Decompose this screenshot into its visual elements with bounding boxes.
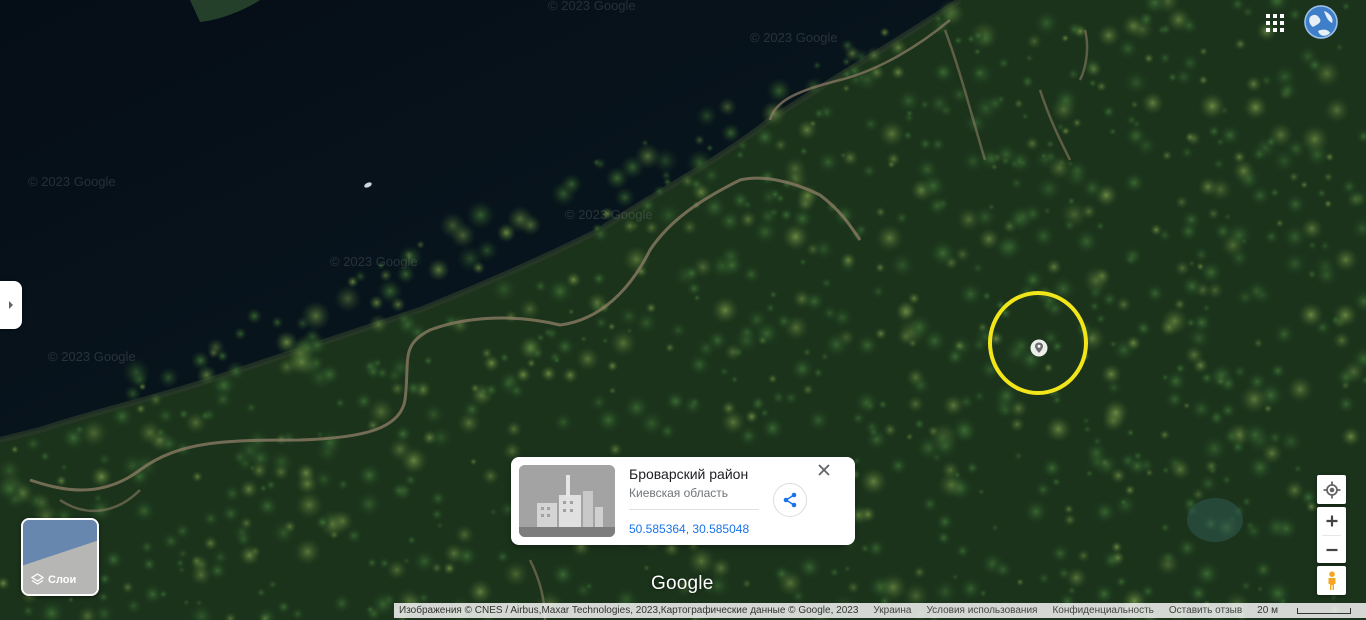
map-footer: Изображения © CNES / Airbus,Maxar Techno…	[394, 603, 1366, 618]
divider	[629, 509, 759, 510]
dropped-pin[interactable]	[1030, 339, 1048, 357]
scale-bar	[1296, 607, 1351, 614]
imagery-attribution: Изображения © CNES / Airbus,Maxar Techno…	[399, 605, 859, 616]
close-icon	[818, 464, 830, 476]
building-placeholder-icon	[519, 465, 615, 537]
pegman-icon	[1328, 570, 1335, 590]
scale-control[interactable]: 20 м	[1257, 605, 1366, 616]
location-pin-icon	[1030, 339, 1048, 357]
expand-side-panel-button[interactable]	[0, 281, 22, 329]
globe-avatar-icon	[1304, 5, 1338, 39]
layers-label: Слои	[48, 573, 77, 586]
minus-icon	[1326, 548, 1337, 551]
place-title: Броварский район	[629, 466, 749, 482]
zoom-out-button[interactable]	[1317, 536, 1346, 563]
google-logo: Google	[651, 573, 714, 594]
chevron-right-icon	[9, 301, 13, 309]
layers-button[interactable]: Слои	[21, 518, 99, 596]
google-apps-button[interactable]	[1262, 10, 1288, 36]
layers-icon	[31, 573, 44, 585]
country-link[interactable]: Украина	[873, 605, 911, 616]
coordinates-link[interactable]: 50.585364, 30.585048	[629, 522, 749, 536]
feedback-link[interactable]: Оставить отзыв	[1169, 605, 1242, 616]
place-thumbnail[interactable]	[519, 465, 615, 537]
place-region: Киевская область	[629, 486, 729, 500]
share-icon	[783, 492, 797, 508]
account-avatar[interactable]	[1304, 5, 1338, 39]
street-view-pegman-button[interactable]	[1317, 566, 1346, 595]
zoom-in-button[interactable]	[1317, 507, 1346, 534]
close-card-button[interactable]	[814, 460, 834, 480]
my-location-icon	[1323, 481, 1340, 498]
terms-link[interactable]: Условия использования	[926, 605, 1037, 616]
privacy-link[interactable]: Конфиденциальность	[1052, 605, 1153, 616]
zoom-controls	[1317, 507, 1346, 563]
plus-icon	[1326, 515, 1337, 526]
apps-grid-icon	[1266, 14, 1284, 32]
place-info-card[interactable]: Броварский район Киевская область 50.585…	[511, 457, 855, 545]
my-location-button[interactable]	[1317, 475, 1346, 504]
scale-label: 20 м	[1257, 605, 1278, 616]
share-button[interactable]	[773, 483, 807, 517]
